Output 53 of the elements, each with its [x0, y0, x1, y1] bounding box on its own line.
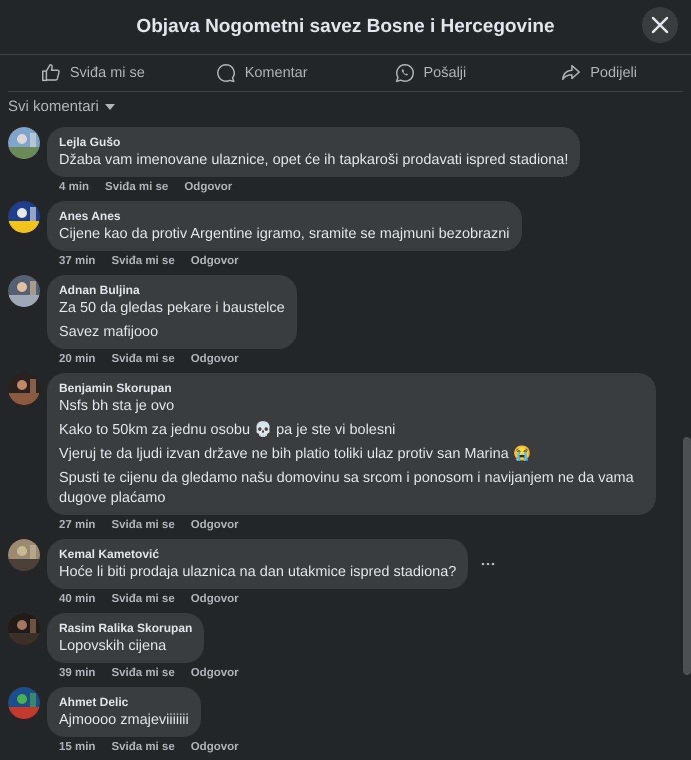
like-link[interactable]: Sviđa mi se: [111, 666, 175, 681]
comment-text: Nsfs bh sta je ovo: [59, 397, 176, 416]
like-link[interactable]: Sviđa mi se: [111, 518, 175, 533]
comment-text: Za 50 da gledas pekare i baustelce: [59, 299, 285, 318]
like-link[interactable]: Sviđa mi se: [111, 352, 175, 367]
speech-bubble-icon: [214, 62, 237, 84]
comment-text: Spusti te cijenu da gledamo našu domovinu sa srcom i ponosom i navijanjem ne da vama dugove plaćamo: [59, 469, 635, 508]
close-icon: [650, 15, 670, 35]
like-link[interactable]: Sviđa mi se: [111, 254, 175, 269]
comment-text: Lopovskih cijena: [59, 637, 168, 656]
comment-text: Džaba vam imenovane ulaznice, opet će ih tapkaroši prodavati ispred stadiona!: [59, 151, 568, 170]
author-name[interactable]: Lejla Gušo: [59, 135, 568, 150]
comment-text: Ajmoooo zmajeviiiiiii: [59, 711, 189, 730]
comment-time[interactable]: 37 min: [59, 254, 96, 269]
comment-time[interactable]: 39 min: [59, 666, 96, 681]
comment-time[interactable]: 4 min: [59, 180, 90, 195]
comment-time[interactable]: 15 min: [59, 740, 96, 755]
close-button[interactable]: [642, 7, 678, 43]
reply-link[interactable]: Odgovor: [190, 352, 239, 367]
reply-link[interactable]: Odgovor: [190, 740, 239, 755]
comment-time[interactable]: 27 min: [59, 518, 96, 533]
window-title: Objava Nogometni savez Bosne i Hercegovine: [136, 16, 555, 38]
share-button[interactable]: Podijeli: [514, 58, 683, 88]
reply-link[interactable]: Odgovor: [190, 254, 239, 269]
thumbs-up-icon: [40, 62, 62, 84]
reply-link[interactable]: Odgovor: [190, 592, 239, 607]
author-name[interactable]: Rasim Ralika Skorupan: [59, 621, 192, 636]
reply-link[interactable]: Odgovor: [184, 180, 232, 195]
comment-text: Vjeruj te da ljudi izvan države ne bih platio toliki ulaz protiv san Marina 😭: [59, 444, 532, 464]
reply-link[interactable]: Odgovor: [190, 518, 239, 533]
author-name[interactable]: Adnan Buljina: [59, 283, 285, 298]
comment-text: Kako to 50km za jednu osobu 💀 pa je ste vi bolesni: [59, 420, 396, 440]
comment-text: Savez mafijooo: [59, 323, 160, 342]
author-name[interactable]: Benjamin Skorupan: [59, 381, 644, 396]
like-button[interactable]: Sviđa mi se: [8, 58, 177, 88]
author-name[interactable]: Ahmet Delic: [59, 695, 189, 710]
comment-text: Cijene kao da protiv Argentine igramo, sramite se majmuni bezobrazni: [59, 225, 510, 244]
more-options-icon[interactable]: [480, 561, 496, 567]
filter-dropdown[interactable]: Svi komentari: [8, 98, 116, 115]
like-link[interactable]: Sviđa mi se: [105, 180, 168, 195]
author-name[interactable]: Kemal Kametović: [59, 547, 456, 562]
scrollbar-thumb[interactable]: [683, 437, 691, 675]
comment-time[interactable]: 40 min: [59, 592, 96, 607]
caret-icon: [104, 102, 116, 110]
whatsapp-button[interactable]: Pošalji: [346, 58, 514, 88]
reply-link[interactable]: Odgovor: [190, 666, 239, 681]
comment-button[interactable]: Komentar: [176, 58, 346, 88]
comment-text: Hoće li biti prodaja ulaznica na dan utakmice ispred stadiona?: [59, 563, 456, 582]
comment-time[interactable]: 20 min: [59, 352, 96, 367]
like-link[interactable]: Sviđa mi se: [111, 592, 175, 607]
phone-bubble-icon: [394, 62, 416, 84]
like-link[interactable]: Sviđa mi se: [111, 740, 175, 755]
author-name[interactable]: Anes Anes: [59, 209, 510, 224]
